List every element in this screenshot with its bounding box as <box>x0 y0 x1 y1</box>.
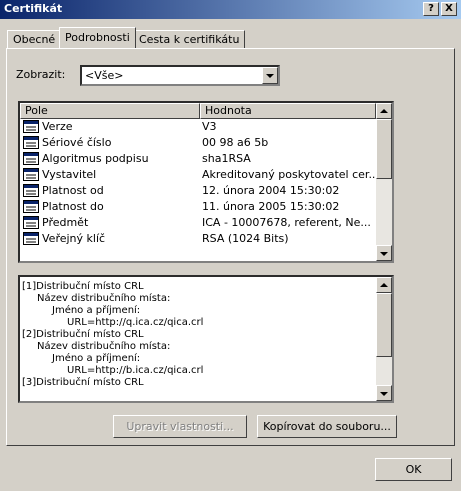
window-title: Certifikát <box>4 2 63 15</box>
tab-details[interactable]: Podrobnosti <box>59 27 136 48</box>
tab-certification-path[interactable]: Cesta k certifikátu <box>133 30 246 48</box>
ok-button[interactable]: OK <box>375 458 452 481</box>
close-button[interactable]: X <box>441 2 457 16</box>
tab-panel <box>6 48 455 446</box>
title-bar: Certifikát ? X <box>0 0 461 19</box>
tab-general[interactable]: Obecné <box>7 30 62 48</box>
help-button[interactable]: ? <box>423 2 439 16</box>
